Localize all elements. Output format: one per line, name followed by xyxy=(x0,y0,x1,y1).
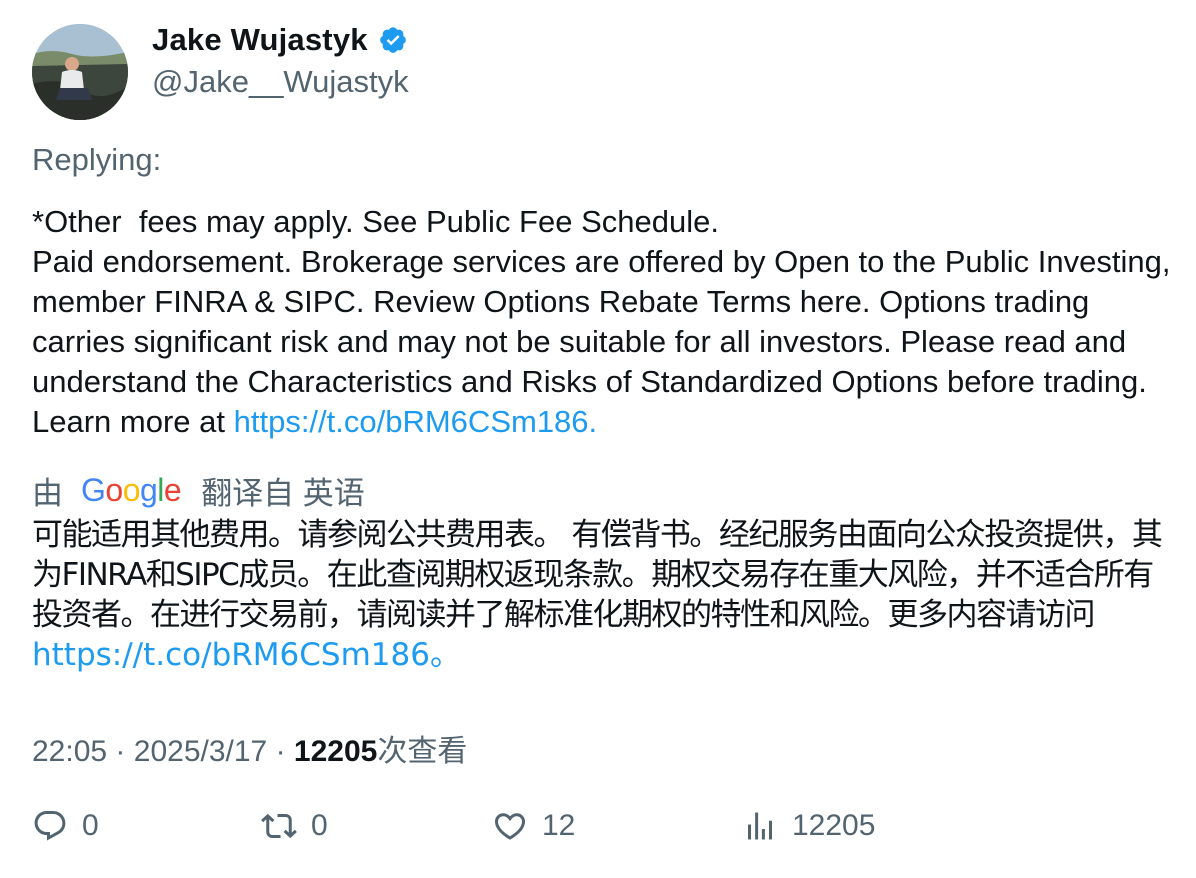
google-logo: Google xyxy=(81,472,182,508)
translated-body: 可能适用其他费用。请参阅公共费用表。 有偿背书。经纪服务由面向公众投资提供，其为… xyxy=(32,517,1163,633)
meta-separator: · xyxy=(115,735,126,768)
views-button[interactable]: 12205 xyxy=(742,808,875,844)
tweet-meta: 22:05 · 2025/3/17 · 12205次查看 xyxy=(32,726,467,770)
translation-prefix: 由 xyxy=(32,476,63,511)
reply-button[interactable]: 0 xyxy=(32,808,99,844)
author-display-name[interactable]: Jake Wujastyk xyxy=(152,22,368,58)
meta-separator: · xyxy=(275,735,286,768)
like-count: 12 xyxy=(542,809,576,842)
tweet-text: *Other fees may apply. See Public Fee Sc… xyxy=(32,202,1172,442)
tweet-body: *Other fees may apply. See Public Fee Sc… xyxy=(32,204,1171,439)
translated-text: 可能适用其他费用。请参阅公共费用表。 有偿背书。经纪服务由面向公众投资提供，其为… xyxy=(32,515,1172,675)
retweet-icon xyxy=(261,813,297,839)
views-action-count: 12205 xyxy=(792,809,876,842)
replying-label: Replying: xyxy=(32,142,162,177)
views-count: 12205 xyxy=(293,735,378,768)
verified-badge-icon[interactable] xyxy=(378,25,408,55)
translation-attribution: 由 Google 翻译自 英语 xyxy=(32,468,365,513)
author-handle[interactable]: @Jake__Wujastyk xyxy=(152,64,409,100)
translation-suffix: 翻译自 英语 xyxy=(201,476,365,511)
action-bar: 0 0 12 12205 xyxy=(0,808,1196,858)
avatar[interactable] xyxy=(32,24,128,120)
views-icon xyxy=(748,812,772,840)
views-label: 次查看 xyxy=(377,735,468,768)
translated-link[interactable]: https://t.co/bRM6CSm186。 xyxy=(32,637,461,673)
retweet-button[interactable]: 0 xyxy=(261,808,328,844)
tweet-date[interactable]: 2025/3/17 xyxy=(134,735,267,768)
reply-count: 0 xyxy=(82,809,99,842)
retweet-count: 0 xyxy=(311,809,328,842)
tweet-time[interactable]: 22:05 xyxy=(32,735,107,768)
like-icon xyxy=(494,813,526,840)
like-button[interactable]: 12 xyxy=(492,808,575,844)
tweet-link[interactable]: https://t.co/bRM6CSm186. xyxy=(234,404,598,439)
reply-icon xyxy=(34,811,66,841)
